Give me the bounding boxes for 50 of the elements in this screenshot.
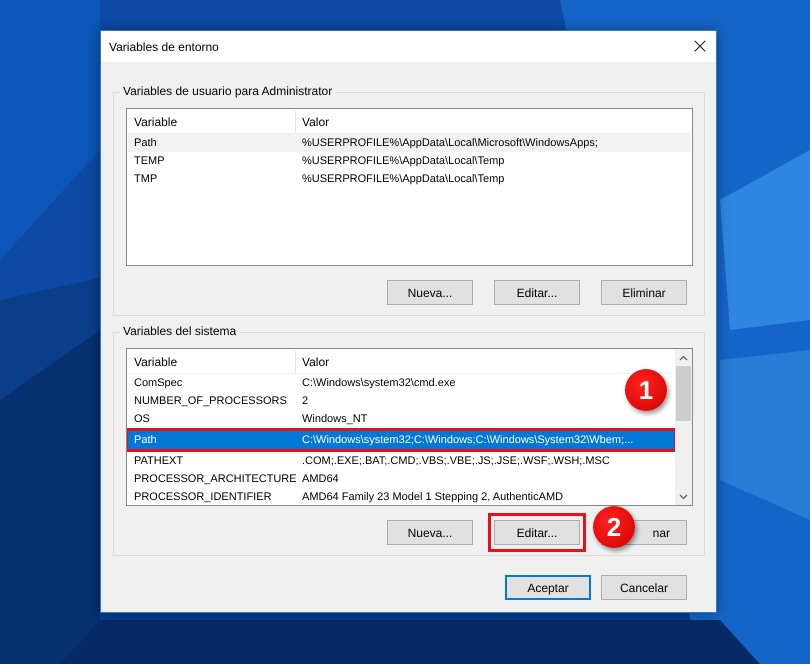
list-row[interactable]: TMP %USERPROFILE%\AppData\Local\Temp — [128, 170, 642, 188]
table-cell-text: Windows_NT — [301, 412, 368, 427]
column-header[interactable]: Variable — [128, 111, 296, 133]
step-badge: 2 — [593, 506, 635, 548]
column-header[interactable]: Variable — [128, 351, 296, 373]
dialog-button[interactable]: Aceptar — [505, 575, 591, 600]
table-cell-text: TMP — [133, 172, 158, 187]
table-cell-text: .COM;.EXE;.BAT;.CMD;.VBS;.VBE;.JS;.JSE;.WSF;.WSH;.MSC — [301, 454, 610, 469]
dialog-button[interactable]: Editar... — [494, 280, 580, 305]
table-cell-text: TEMP — [133, 154, 166, 169]
list-row[interactable]: PROCESSOR_IDENTIFIER AMD64 Family 23 Model 1 Stepping 2, AuthenticAMD — [128, 488, 625, 505]
list-row[interactable]: TEMP %USERPROFILE%\AppData\Local\Temp — [128, 152, 642, 170]
list-row[interactable]: Path %USERPROFILE%\AppData\Local\Microsoft\WindowsApps; — [128, 134, 691, 152]
table-cell-text: C:\Windows\system32;C:\Windows;C:\Windows\System32\Wbem;... — [301, 433, 634, 448]
table-cell-text: Path — [133, 136, 158, 151]
table-cell-text: %USERPROFILE%\AppData\Local\Microsoft\WindowsApps; — [301, 136, 598, 151]
dialog-button[interactable]: Nueva... — [387, 520, 473, 545]
list-row[interactable]: PROCESSOR_ARCHITECTURE AMD64 — [128, 470, 625, 488]
table-cell-text: 2 — [301, 394, 308, 409]
list-row[interactable]: ComSpec C:\Windows\system32\cmd.exe — [128, 374, 625, 392]
list-row[interactable]: NUMBER_OF_PROCESSORS 2 — [128, 392, 625, 410]
list-row[interactable]: Path C:\Windows\system32;C:\Windows;C:\Windows\System32\Wbem;... — [128, 431, 674, 449]
scroll-thumb[interactable] — [676, 366, 691, 421]
table-cell-text: AMD64 Family 23 Model 1 Stepping 2, AuthenticAMD — [301, 490, 564, 505]
table-cell-text: %USERPROFILE%\AppData\Local\Temp — [301, 154, 504, 169]
table-cell-text: Path — [133, 433, 158, 448]
table-cell-text: NUMBER_OF_PROCESSORS — [133, 394, 288, 409]
table-cell-text: C:\Windows\system32\cmd.exe — [301, 376, 456, 391]
step-badge: 1 — [625, 369, 667, 411]
window-title: Variables de entorno — [109, 40, 219, 54]
column-header[interactable]: Valor — [296, 111, 691, 133]
table-cell-text: PROCESSOR_ARCHITECTURE — [133, 472, 296, 487]
table-cell-text: ComSpec — [133, 376, 184, 391]
dialog-button[interactable]: Editar... — [494, 520, 580, 545]
dialog-button[interactable]: Nueva... — [387, 280, 473, 305]
table-cell-text: OS — [133, 412, 151, 427]
dialog-button[interactable]: Eliminar — [601, 280, 687, 305]
table-cell-text: PATHEXT — [133, 454, 184, 469]
table-cell-text: AMD64 — [301, 472, 339, 487]
group-title: Variables de usuario para Administrator — [120, 84, 336, 98]
scrollbar[interactable] — [675, 349, 692, 505]
group-title: Variables del sistema — [120, 324, 240, 338]
close-button[interactable]: × — [684, 31, 716, 62]
list-row[interactable]: OS Windows_NT — [128, 410, 625, 428]
variable-list[interactable]: Variable Valor Path %USERPROFILE%\AppData\Local\Microsoft\WindowsApps; TEMP %USERPROFILE%\AppData\Local\Temp TMP %USERPROFILE%\AppData\Local\Temp — [126, 108, 693, 266]
table-cell-text: %USERPROFILE%\AppData\Local\Temp — [301, 172, 504, 187]
list-row[interactable]: PATHEXT .COM;.EXE;.BAT;.CMD;.VBS;.VBE;.JS;.JSE;.WSF;.WSH;.MSC — [128, 452, 625, 470]
variable-list[interactable] — [126, 348, 693, 506]
dialog-button[interactable]: Cancelar — [601, 575, 687, 600]
table-cell-text: PROCESSOR_IDENTIFIER — [133, 490, 273, 505]
